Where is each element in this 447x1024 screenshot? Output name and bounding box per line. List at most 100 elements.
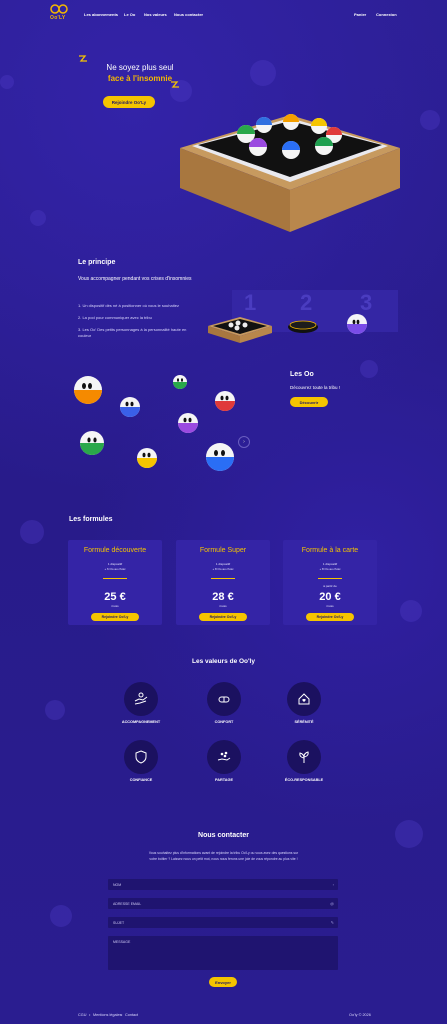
value-label: ÉCO-RESPONSABLE bbox=[284, 778, 324, 782]
principe-point-3: 3. Les Oo' Des petits personnages à la p… bbox=[78, 327, 187, 338]
subject-field-placeholder: SUJET bbox=[113, 921, 125, 925]
hero-join-button[interactable]: Rejoindre Oo'Ly bbox=[103, 96, 155, 108]
nav-le-oo[interactable]: Le Oo bbox=[124, 12, 135, 17]
step-number: 1 bbox=[244, 290, 257, 315]
bg-bubble bbox=[420, 110, 440, 130]
mail-icon: @ bbox=[329, 901, 334, 906]
submit-button[interactable]: Envoyer bbox=[209, 977, 237, 987]
contact-title: Nous contacter bbox=[198, 832, 249, 839]
email-field-placeholder: ADRESSE EMAIL bbox=[113, 902, 142, 906]
oo-character-illustration bbox=[347, 314, 367, 334]
formula-name: Formule découverte bbox=[83, 547, 147, 554]
bg-bubble bbox=[30, 210, 46, 226]
nav-abonnements[interactable]: Les abonnements bbox=[84, 12, 118, 17]
principe-point-1: 1. Un dispositif dès né à positionner où… bbox=[78, 303, 179, 308]
formula-price: 25 € bbox=[104, 591, 126, 603]
oo-title: Les Oo bbox=[290, 371, 314, 378]
formula-feature: 1 dispositif bbox=[322, 562, 338, 566]
message-field-placeholder: MESSAGE bbox=[113, 940, 131, 944]
step-number: 2 bbox=[300, 290, 313, 315]
footer-link-cgu[interactable]: CGU bbox=[78, 1013, 86, 1017]
value-label: CONFORT bbox=[214, 720, 234, 724]
oo-characters-illustration bbox=[74, 375, 235, 471]
hands-icon bbox=[124, 682, 158, 716]
value-item: ÉCO-RESPONSABLE bbox=[269, 740, 339, 782]
bg-bubble bbox=[45, 700, 65, 720]
contact-intro-line2: votre boîtier ? Laissez nous un petit mo… bbox=[149, 857, 298, 861]
bg-bubble bbox=[360, 360, 378, 378]
zigzag-icon bbox=[79, 55, 87, 62]
discover-button[interactable]: Découvrir bbox=[290, 397, 328, 407]
nav-panier[interactable]: Panier bbox=[354, 12, 366, 17]
formula-join-button[interactable]: Rejoindre Oo'Ly bbox=[91, 613, 139, 621]
bg-bubble bbox=[400, 600, 422, 622]
home-heart-icon bbox=[287, 682, 321, 716]
nav-nos-valeurs[interactable]: Nos valeurs bbox=[144, 12, 167, 17]
formula-feature: 1 dispositif bbox=[107, 562, 123, 566]
bg-bubble bbox=[20, 520, 44, 544]
principe-title: Le principe bbox=[78, 259, 116, 266]
formula-name: Formule Super bbox=[199, 547, 247, 554]
formula-card: Formule découverte 1 dispositif + 6 Oo a… bbox=[68, 540, 162, 625]
formula-feature: + 8 Oo au choix bbox=[319, 567, 341, 571]
nav-connexion[interactable]: Connexion bbox=[376, 12, 397, 17]
message-field[interactable]: MESSAGE bbox=[108, 936, 338, 970]
formula-period: /mois bbox=[111, 604, 119, 608]
value-item: ACCOMPAGNEMENT bbox=[106, 682, 176, 724]
formula-card: Formule Super 1 dispositif + 8 Oo au cho… bbox=[176, 540, 270, 625]
footer-separator: • bbox=[121, 1013, 123, 1017]
name-field[interactable]: NOM › bbox=[108, 879, 338, 890]
formula-feature: + 8 Oo au choix bbox=[212, 567, 234, 571]
device-illustration bbox=[180, 114, 400, 232]
value-label: PARTAGE bbox=[215, 778, 233, 782]
formula-price: 20 € bbox=[319, 591, 341, 603]
formula-period: /mois bbox=[326, 604, 334, 608]
footer-copyright: Oo'ly © 2026 bbox=[349, 1013, 371, 1017]
formula-feature: + 6 Oo au choix bbox=[104, 567, 126, 571]
logo-text[interactable]: Oo'LY bbox=[50, 15, 66, 21]
contact-intro-line1: Vous souhaitez plus d'informations avant… bbox=[148, 851, 299, 855]
value-item: SÉRÉNITÉ bbox=[269, 682, 339, 724]
leaf-icon bbox=[287, 740, 321, 774]
edit-icon: ✎ bbox=[330, 920, 334, 925]
email-field[interactable]: ADRESSE EMAIL @ bbox=[108, 898, 338, 909]
pod-illustration bbox=[288, 320, 318, 333]
hero-title-line1: Ne soyez plus seul bbox=[106, 63, 174, 72]
bg-bubble bbox=[0, 75, 14, 89]
carousel-next-icon[interactable]: › bbox=[238, 436, 250, 448]
pill-icon bbox=[207, 682, 241, 716]
formula-price: 28 € bbox=[212, 591, 234, 603]
formula-name: Formule à la carte bbox=[301, 547, 359, 554]
footer-link-mentions[interactable]: Mentions légales bbox=[93, 1013, 122, 1017]
value-label: SÉRÉNITÉ bbox=[294, 720, 314, 724]
divider bbox=[211, 578, 235, 579]
value-item: CONFIANCE bbox=[106, 740, 176, 782]
principe-point-2: 2. La pod pour communiquer avec la tribu bbox=[78, 315, 152, 320]
mini-device-illustration bbox=[208, 317, 272, 343]
valeurs-title: Les valeurs de Oo'ly bbox=[192, 658, 255, 665]
share-hand-icon bbox=[207, 740, 241, 774]
footer-link-contact[interactable]: Contact bbox=[125, 1013, 138, 1017]
logo-icon[interactable] bbox=[50, 4, 68, 14]
formula-join-button[interactable]: Rejoindre Oo'Ly bbox=[199, 613, 247, 621]
formula-join-button[interactable]: Rejoindre Oo'Ly bbox=[306, 613, 354, 621]
divider bbox=[103, 578, 127, 579]
formula-period: /mois bbox=[219, 604, 227, 608]
oo-text: Découvrez toute la tribu ! bbox=[290, 385, 341, 390]
formules-title: Les formules bbox=[69, 516, 113, 523]
subject-field[interactable]: SUJET ✎ bbox=[108, 917, 338, 928]
value-item: CONFORT bbox=[189, 682, 259, 724]
shield-icon bbox=[124, 740, 158, 774]
user-icon: › bbox=[332, 882, 334, 887]
nav-nous-contacter[interactable]: Nous contacter bbox=[174, 12, 203, 17]
formula-card: Formule à la carte 1 dispositif + 8 Oo a… bbox=[283, 540, 377, 625]
footer-separator: • bbox=[89, 1013, 91, 1017]
formula-feature: 1 dispositif bbox=[215, 562, 231, 566]
hero-title-line2: face à l'insomnie bbox=[107, 74, 173, 83]
principe-subtitle: Vous accompagner pendant vos crises d'in… bbox=[78, 276, 192, 282]
value-label: ACCOMPAGNEMENT bbox=[121, 720, 161, 724]
value-label: CONFIANCE bbox=[129, 778, 153, 782]
formula-price-prefix: à partir de bbox=[323, 584, 337, 588]
name-field-placeholder: NOM bbox=[113, 883, 122, 887]
bg-bubble bbox=[250, 60, 276, 86]
